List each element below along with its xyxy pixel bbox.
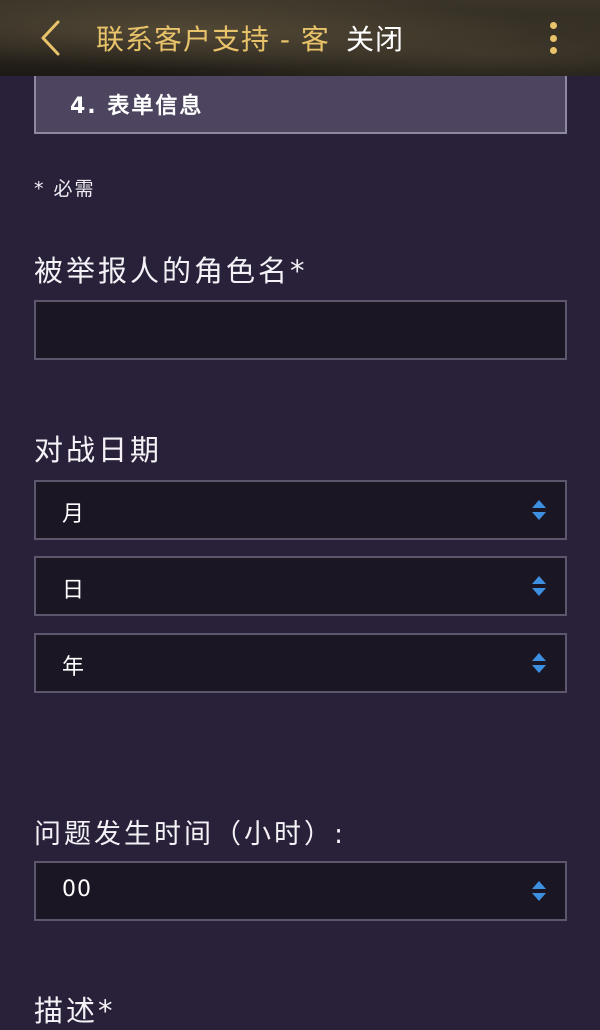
year-select-value: 年 [62,655,86,680]
issue-hour-label: 问题发生时间（小时）: [34,819,347,850]
description-label: 描述* [34,994,116,1028]
day-select[interactable]: 日 [34,556,567,616]
day-select-value: 日 [62,578,86,603]
chevron-left-icon [41,20,60,56]
select-arrows-icon [532,500,546,520]
year-select[interactable]: 年 [34,633,567,693]
select-arrows-icon [532,576,546,596]
more-vertical-icon [549,22,557,29]
page-title: 联系客户支持 - 客 [96,23,330,56]
app-header: 联系客户支持 - 客 关闭 [0,0,600,76]
reported-name-input[interactable] [34,300,567,360]
close-button[interactable]: 关闭 [346,18,404,58]
month-select[interactable]: 月 [34,480,567,540]
required-note: * 必需 [34,178,96,200]
back-button[interactable] [30,14,70,62]
issue-hour-select[interactable]: 00 [34,861,567,921]
more-menu-button[interactable] [540,18,566,58]
month-select-value: 月 [62,502,86,527]
issue-hour-select-value: 00 [62,877,92,902]
select-arrows-icon [532,653,546,673]
match-date-label: 对战日期 [34,433,163,467]
section-header-form-info: 4. 表单信息 [34,66,567,134]
reported-name-label: 被举报人的角色名* [34,254,308,288]
select-arrows-icon [532,881,546,901]
